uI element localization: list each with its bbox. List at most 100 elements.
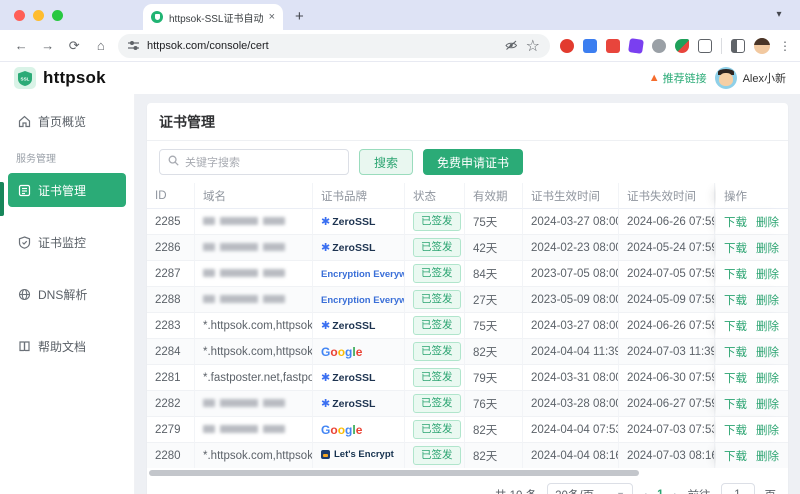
cert-status-cell: 已签发 bbox=[405, 443, 465, 468]
forward-icon[interactable]: → bbox=[38, 34, 59, 58]
cert-domain bbox=[195, 287, 313, 313]
cert-id: 2285 bbox=[147, 209, 195, 235]
ext-green-dart[interactable] bbox=[675, 38, 689, 53]
download-link[interactable]: 下载 bbox=[724, 425, 747, 437]
side-panel-icon[interactable] bbox=[731, 38, 745, 53]
cert-status-cell: 已签发 bbox=[405, 417, 465, 443]
cert-domain bbox=[195, 417, 313, 443]
cert-table: ID 域名 证书品牌 状态 有效期 证书生效时间 证书失效时间 创建时间 操作 bbox=[147, 183, 788, 468]
delete-link[interactable]: 删除 bbox=[756, 321, 779, 333]
sidebar: 首页概览 服务管理 证书管理 证书监控 DNS解析 帮助文档 bbox=[0, 94, 135, 494]
zerossl-icon: ✱ bbox=[321, 320, 331, 332]
scrollbar-thumb[interactable] bbox=[149, 470, 640, 476]
next-page-button[interactable]: › bbox=[674, 488, 678, 494]
delete-link[interactable]: 删除 bbox=[756, 347, 779, 359]
delete-link[interactable]: 删除 bbox=[756, 451, 779, 463]
close-window-button[interactable] bbox=[14, 10, 25, 21]
user-menu[interactable]: Alex小新 bbox=[714, 67, 786, 89]
cert-effective-time: 2024-03-28 08:00:00 bbox=[523, 391, 619, 417]
password-hidden-icon[interactable] bbox=[505, 40, 518, 51]
cert-id: 2286 bbox=[147, 235, 195, 261]
ext-red-square[interactable] bbox=[606, 38, 620, 53]
cert-expire-time: 2024-05-09 07:59:59 bbox=[619, 287, 715, 313]
ext-purple-square[interactable] bbox=[628, 37, 644, 54]
cert-id: 2287 bbox=[147, 261, 195, 287]
sidebar-section-label: 服务管理 bbox=[16, 154, 56, 165]
profile-avatar[interactable] bbox=[754, 37, 770, 54]
redacted-domain bbox=[203, 294, 285, 303]
browser-tab[interactable]: httpsok-SSL证书自动续期|长 × bbox=[143, 4, 283, 30]
page-size-select[interactable]: 20条/页 ▼ bbox=[547, 483, 634, 494]
cert-expire-time: 2024-06-27 07:59:59 bbox=[619, 391, 715, 417]
download-link[interactable]: 下载 bbox=[724, 269, 747, 281]
minimize-window-button[interactable] bbox=[33, 10, 44, 21]
reload-icon[interactable]: ⟳ bbox=[64, 34, 85, 58]
ext-gray-circle[interactable] bbox=[652, 38, 666, 53]
delete-link[interactable]: 删除 bbox=[756, 269, 779, 281]
cert-actions-cell: 下载 删除 bbox=[716, 313, 788, 339]
status-badge: 已签发 bbox=[413, 238, 461, 257]
extensions-puzzle-icon[interactable] bbox=[698, 38, 712, 53]
sidebar-item-cert-management[interactable]: 证书管理 bbox=[8, 173, 126, 207]
cert-status-cell: 已签发 bbox=[405, 235, 465, 261]
sidebar-item-dns[interactable]: DNS解析 bbox=[8, 277, 126, 311]
download-link[interactable]: 下载 bbox=[724, 373, 747, 385]
download-link[interactable]: 下载 bbox=[724, 347, 747, 359]
cert-actions-cell: 下载 删除 bbox=[716, 339, 788, 365]
delete-link[interactable]: 删除 bbox=[756, 243, 779, 255]
menu-dots-icon[interactable]: ⋮ bbox=[779, 39, 792, 53]
ext-red-circle[interactable] bbox=[560, 38, 574, 53]
download-link[interactable]: 下载 bbox=[724, 243, 747, 255]
bookmark-star-icon[interactable]: ☆ bbox=[526, 36, 540, 56]
new-tab-button[interactable]: + bbox=[295, 8, 304, 25]
cert-effective-time: 2024-04-04 08:16:25 bbox=[523, 443, 619, 468]
maximize-window-button[interactable] bbox=[52, 10, 63, 21]
cert-actions-cell: 下载 删除 bbox=[716, 209, 788, 235]
url-text[interactable]: httpsok.com/console/cert bbox=[147, 40, 497, 52]
window-controls[interactable] bbox=[0, 10, 77, 30]
tab-title: httpsok-SSL证书自动续期|长 bbox=[169, 13, 263, 25]
sidebar-item-help-docs[interactable]: 帮助文档 bbox=[8, 329, 126, 363]
download-link[interactable]: 下载 bbox=[724, 399, 747, 411]
brand[interactable]: SSL httpsok bbox=[14, 67, 106, 89]
download-link[interactable]: 下载 bbox=[724, 217, 747, 229]
download-link[interactable]: 下载 bbox=[724, 451, 747, 463]
sidebar-item-home[interactable]: 首页概览 bbox=[8, 104, 126, 138]
cert-domain bbox=[195, 261, 313, 287]
download-link[interactable]: 下载 bbox=[724, 321, 747, 333]
download-link[interactable]: 下载 bbox=[724, 295, 747, 307]
delete-link[interactable]: 删除 bbox=[756, 373, 779, 385]
horizontal-scrollbar[interactable] bbox=[149, 470, 786, 476]
home-icon[interactable]: ⌂ bbox=[91, 34, 112, 58]
delete-link[interactable]: 删除 bbox=[756, 295, 779, 307]
ext-blue-square[interactable] bbox=[583, 38, 597, 53]
delete-link[interactable]: 删除 bbox=[756, 217, 779, 229]
site-settings-icon[interactable] bbox=[128, 40, 139, 51]
httpsok-logo-icon: SSL bbox=[14, 67, 36, 89]
cert-status-cell: 已签发 bbox=[405, 261, 465, 287]
current-page[interactable]: 1 bbox=[657, 489, 663, 494]
apply-cert-button[interactable]: 免费申请证书 bbox=[423, 149, 524, 175]
redacted-domain bbox=[203, 398, 285, 407]
col-brand: 证书品牌 bbox=[313, 183, 405, 209]
referral-link[interactable]: ▲ 推荐链接 bbox=[649, 70, 707, 86]
search-input[interactable]: 关键字搜索 bbox=[159, 149, 349, 175]
goto-label: 前往 bbox=[688, 487, 711, 494]
sidebar-item-cert-monitor[interactable]: 证书监控 bbox=[8, 225, 126, 259]
cert-validity: 27天 bbox=[465, 287, 523, 313]
tab-close-icon[interactable]: × bbox=[269, 11, 275, 23]
prev-page-button[interactable]: ‹ bbox=[643, 488, 647, 494]
cert-validity: 84天 bbox=[465, 261, 523, 287]
table-row: 2284 *.httpsok.com,httpsok.com Google 已签… bbox=[147, 339, 788, 365]
address-bar[interactable]: httpsok.com/console/cert ☆ bbox=[118, 33, 550, 58]
zerossl-icon: ✱ bbox=[321, 242, 331, 254]
tab-search-chevron-icon[interactable]: ▾ bbox=[768, 5, 790, 23]
cert-effective-time: 2024-03-31 08:00:00 bbox=[523, 365, 619, 391]
delete-link[interactable]: 删除 bbox=[756, 425, 779, 437]
delete-link[interactable]: 删除 bbox=[756, 399, 779, 411]
cert-validity: 82天 bbox=[465, 339, 523, 365]
back-icon[interactable]: ← bbox=[11, 34, 32, 58]
search-button[interactable]: 搜索 bbox=[359, 149, 414, 175]
cert-brand: ✱ ZeroSSL bbox=[313, 391, 405, 417]
goto-page-input[interactable]: 1 bbox=[720, 483, 755, 494]
